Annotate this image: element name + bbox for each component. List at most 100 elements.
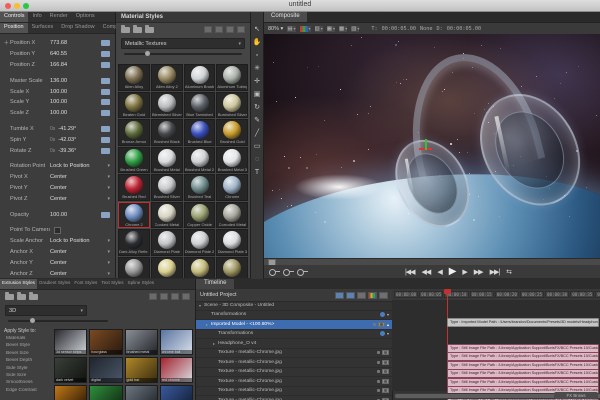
lock-icon[interactable] (377, 351, 380, 354)
open-folder-icon[interactable] (133, 27, 142, 33)
tab-options[interactable]: Options (72, 12, 99, 22)
duration-value[interactable]: 00:00:05.00 (447, 26, 481, 32)
set-keyframe-button[interactable] (269, 268, 280, 275)
copy-style-icon[interactable] (160, 293, 168, 300)
material-blue-tarnished[interactable]: Blue Tarnished (184, 92, 216, 119)
timeline-row-transformations-3[interactable]: Transformations▾ (196, 330, 392, 340)
apply-item-side-size[interactable]: Side Size (6, 373, 52, 380)
step-back-button[interactable]: ◀ (434, 268, 445, 276)
style-thumb-steel[interactable]: steel (125, 385, 158, 400)
link-icon[interactable] (380, 331, 385, 336)
apply-style-icon[interactable] (237, 26, 245, 33)
material-cooked-metal[interactable]: Cooked Metal (151, 202, 183, 229)
lock-icon[interactable] (377, 361, 380, 364)
scale-y-value[interactable]: 100.00 (50, 99, 67, 105)
preview-quality-icon[interactable]: ▥▾ (314, 25, 324, 33)
camera-icon[interactable] (382, 388, 389, 393)
material-diamond-plate[interactable]: Diamond Plate (151, 229, 183, 256)
new-folder-icon[interactable] (5, 294, 14, 300)
extrusion-category-dropdown[interactable]: 3D ▾ (5, 305, 87, 316)
keyframe-button[interactable] (101, 40, 110, 46)
pivot-z-value[interactable]: Center (50, 196, 67, 202)
rectangle-tool-icon[interactable]: ▭ (254, 143, 261, 150)
tab-timeline[interactable]: Timeline (196, 279, 234, 289)
material-brushed-gold[interactable]: Brushed Gold (216, 119, 248, 146)
tab-controls[interactable]: Controls (0, 12, 28, 22)
apply-item-side-style[interactable]: Side Style (6, 366, 52, 373)
keyframe-button[interactable] (101, 110, 110, 116)
colorbars-icon[interactable] (368, 292, 377, 299)
keyframe-button[interactable] (101, 78, 110, 84)
keyframe-button[interactable] (101, 137, 110, 143)
material-brushed-metal-2[interactable]: Brushed Metal 2 (184, 147, 216, 174)
timeline-tracks[interactable]: Type : Imported Model Path : /Users/bran… (392, 300, 600, 391)
grid-overlay-icon[interactable]: ▦▾ (326, 25, 336, 33)
zoom-level-dropdown[interactable]: 80% ▾ (268, 26, 283, 32)
timeline-row-texture-metallic-chrome-jpg-9[interactable]: Texture - metallic-Chrome.jpg (196, 387, 392, 397)
apply-style-icon[interactable] (182, 293, 190, 300)
material-gold-dust[interactable]: Gold Dust (216, 257, 248, 279)
material-diamond-plate-2[interactable]: Diamond Plate 2 (184, 229, 216, 256)
style-thumb-red-chrome[interactable]: red chrome (160, 357, 193, 383)
pivot-y-value[interactable]: Center (50, 185, 67, 191)
chevron-down-icon[interactable]: ▾ (107, 260, 110, 266)
lock-icon[interactable] (377, 370, 380, 373)
material-dark-alloy-refle[interactable]: Dark Alloy Refle... (118, 229, 150, 256)
play-button[interactable]: ▶ (445, 266, 459, 277)
timeline-row-imported-model-100-80-2[interactable]: ▸Imported Model - <100.80%>▴ (196, 320, 392, 330)
keyframe-button[interactable] (101, 99, 110, 105)
keyframe-button[interactable] (101, 89, 110, 95)
lock-icon[interactable] (377, 380, 380, 383)
scale-x-value[interactable]: 100.00 (50, 89, 67, 95)
chevron-down-icon[interactable]: ▾ (107, 185, 110, 191)
timeline-row-texture-metallic-chrome-jpg-7[interactable]: Texture - metallic-Chrome.jpg (196, 368, 392, 378)
render-icon[interactable] (335, 292, 344, 299)
lock-icon[interactable] (377, 389, 380, 392)
keyframe-button[interactable] (101, 126, 110, 132)
apply-item-materials[interactable]: Materials (6, 336, 52, 343)
material-gold-coins[interactable]: Gold Coins (151, 257, 183, 279)
new-style-icon[interactable] (204, 26, 212, 33)
timeline-row-headphone-o-v4-4[interactable]: ▸Headphone_O v4 (196, 339, 392, 349)
tab-spline-styles[interactable]: Spline Styles (126, 279, 157, 289)
chevron-down-icon[interactable]: ▾ (107, 174, 110, 180)
keyframe-button[interactable] (101, 51, 110, 57)
position-x-value[interactable]: 773.68 (50, 40, 67, 46)
next-keyframe-button[interactable] (297, 268, 308, 275)
prev-keyframe-button[interactable] (283, 268, 294, 275)
material-category-dropdown[interactable]: Metallic Textures ▾ (121, 38, 245, 49)
style-thumb-dark-velvet[interactable]: dark velvet (54, 357, 87, 383)
tab-composite[interactable]: Composite (264, 12, 307, 22)
material-chrome[interactable]: Chrome (216, 174, 248, 201)
apply-item-bevel-style[interactable]: Bevel Style (6, 343, 52, 350)
loop-button[interactable]: ⇆ (503, 268, 515, 276)
preview-icon[interactable] (346, 292, 355, 299)
chevron-down-icon[interactable]: ▾ (107, 163, 110, 169)
material-alien-alloy[interactable]: Alien Alloy (118, 64, 150, 91)
open-folder-icon[interactable] (17, 294, 26, 300)
fx-browser-button[interactable]: FX Brows (554, 392, 598, 399)
playhead-handle[interactable] (444, 289, 451, 294)
chevron-down-icon[interactable]: ▾ (107, 196, 110, 202)
fast-forward-button[interactable]: ▶▶ (470, 268, 486, 276)
camera-icon[interactable] (382, 350, 389, 355)
move-tool-icon[interactable]: ✛ (254, 78, 260, 85)
texture-track-bar[interactable]: Type : Still Image File Path : /Library/… (447, 352, 599, 361)
monitor-icon[interactable] (357, 292, 366, 299)
library-folder-icon[interactable] (29, 294, 38, 300)
style-thumb-amber[interactable]: amber (54, 385, 87, 400)
delete-style-icon[interactable] (226, 26, 234, 33)
material-diamond-plate-3[interactable]: Diamond Plate 3 (216, 229, 248, 256)
select-tool-icon[interactable]: ↖ (254, 26, 260, 33)
gizmo-y-axis[interactable] (425, 139, 427, 150)
camera-view-icon[interactable]: ▩▾ (338, 25, 348, 33)
anchor-x-value[interactable]: Center (50, 249, 67, 255)
thumbnail-size-slider[interactable] (124, 53, 242, 55)
keyframe-button[interactable] (101, 212, 110, 218)
chevron-down-icon[interactable]: ▾ (387, 331, 389, 336)
style-thumb-chrome-ball[interactable]: chrome ball (160, 329, 193, 355)
anchor-z-value[interactable]: Center (50, 271, 67, 277)
tab-render[interactable]: Render (46, 12, 72, 22)
lock-icon[interactable] (373, 323, 376, 326)
tab-font-styles[interactable]: Font Styles (72, 279, 99, 289)
